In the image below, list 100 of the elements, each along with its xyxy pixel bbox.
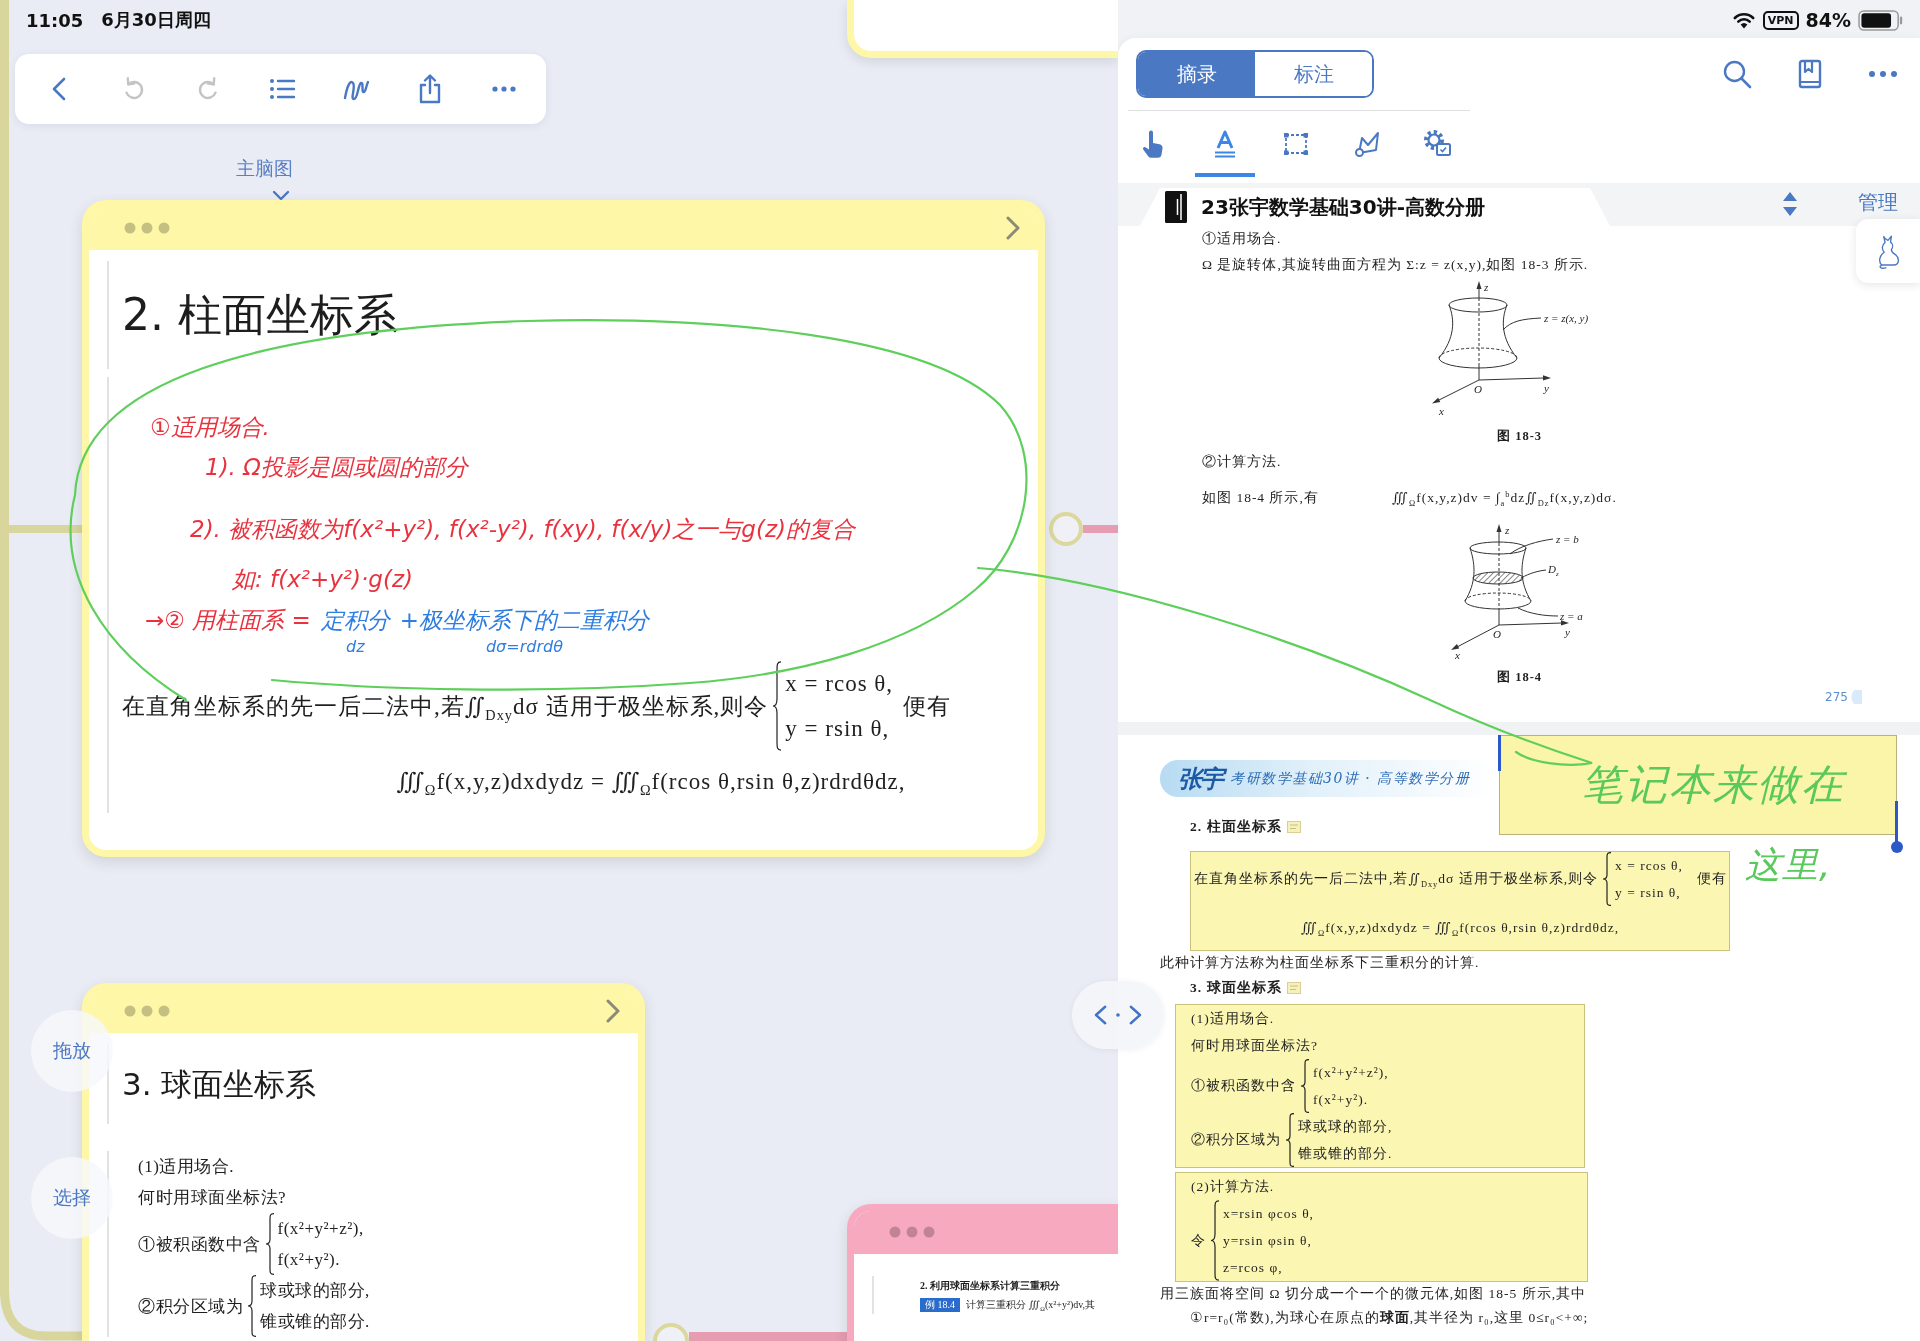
document-tab[interactable]: 23张宇数学基础30讲-高数分册 xyxy=(1140,188,1610,226)
drag-dots-icon[interactable] xyxy=(889,1226,935,1238)
figure-label: z = b xyxy=(1556,533,1579,545)
formula-text: ②积分区域为 xyxy=(138,1295,243,1318)
section-heading: 2. 柱面坐标系 xyxy=(1190,818,1282,836)
formula-line: x=rsin φcos θ, xyxy=(1223,1205,1314,1223)
formula-line: f(x²+y²). xyxy=(1313,1091,1369,1109)
mode-button[interactable]: 选择 xyxy=(31,1157,113,1239)
handwritten-note: dσ=rdrdθ xyxy=(485,637,563,657)
formula-line: f(x²+y²+z²), xyxy=(277,1218,364,1240)
handwritten-note: 这里, xyxy=(1745,843,1832,887)
handwritten-note: +极坐标系下的二重积分 xyxy=(399,606,650,635)
brace-icon xyxy=(1300,1059,1310,1113)
formula-text: ①被积函数中含 xyxy=(138,1233,261,1256)
selection-handle[interactable] xyxy=(1498,735,1501,771)
brace-icon xyxy=(1602,852,1613,906)
paragraph: 何时用球面坐标法? xyxy=(1191,1037,1318,1055)
handwritten-note: 1). Ω投影是圆或圆的部分 xyxy=(205,453,468,482)
paragraph: 如图 18-4 所示,有 xyxy=(1202,489,1319,507)
figure-label: z xyxy=(1505,524,1510,536)
paragraph: 用三族面将空间 Ω 切分成一个一个的微元体,如图 18-5 所示,其中 xyxy=(1160,1285,1587,1303)
handwritten-note: 笔记本来做在 xyxy=(1581,759,1845,811)
figure-caption: 图 18-4 xyxy=(1497,669,1543,686)
mode-button[interactable]: 拖放 xyxy=(31,1010,113,1092)
formula: ∭$_{Ω}$f(x,y,z)dv = ∫$_{a}$$^{b}$dz∬$_{Dz}$f(x,y,z)dσ. xyxy=(1392,488,1617,510)
formula-line: z=rcos φ, xyxy=(1223,1259,1283,1277)
paragraph: (1)适用场合. xyxy=(1191,1010,1275,1028)
brace-icon xyxy=(264,1213,275,1275)
paragraph: (1)适用场合. xyxy=(138,1156,235,1178)
formula-line: x = rcos θ, xyxy=(785,670,894,698)
formula-line: 球或球的部分, xyxy=(260,1280,370,1302)
brace-icon xyxy=(247,1275,257,1337)
series-title: 考研数学基础30讲 · 高等数学分册 xyxy=(1230,769,1471,788)
formula-text: 在直角坐标系的先一后二法中,若∬$_{Dxy}$dσ 适用于极坐标系,则令 xyxy=(1194,870,1599,888)
formula: ∭$_{Ω}$f(x,y,z)dxdydz = ∭$_{Ω}$f(rcos θ,rsin θ,z)rdrdθdz, xyxy=(396,768,906,800)
search-icon[interactable] xyxy=(1721,58,1753,90)
battery-percentage: 84% xyxy=(1805,9,1851,31)
handwritten-note: ①适用场合. xyxy=(150,413,270,442)
section-heading: 2. 利用球面坐标系计算三重积分 xyxy=(920,1279,1060,1293)
formula-text: ②积分区域为 xyxy=(1191,1131,1281,1149)
paragraph: 何时用球面坐标法? xyxy=(138,1187,287,1209)
figure-label: z xyxy=(1484,281,1489,293)
handwritten-note: →② 用柱面系 = xyxy=(145,606,311,635)
chevron-right-icon[interactable] xyxy=(605,999,621,1023)
figure-label: z = a xyxy=(1560,610,1583,622)
brace-icon xyxy=(772,661,783,751)
formula-text: 便有 xyxy=(903,692,952,721)
figure-label: x xyxy=(1455,649,1460,661)
figure-label: x xyxy=(1439,405,1444,417)
figure-label: y xyxy=(1544,382,1549,394)
selection-handle[interactable] xyxy=(1891,801,1903,853)
battery-icon xyxy=(1858,9,1904,31)
example-badge: 例 18.4 xyxy=(920,1297,960,1312)
branch-line xyxy=(1083,525,1118,533)
wifi-icon xyxy=(1731,11,1756,29)
paragraph: ②计算方法. xyxy=(1202,453,1282,471)
formula-text: 便有 xyxy=(1696,870,1727,888)
figure-label: O xyxy=(1474,383,1482,395)
drag-dots-icon[interactable] xyxy=(124,1005,170,1017)
formula-line: 球或球的部分, xyxy=(1298,1118,1393,1136)
formula-line: y = rsin θ, xyxy=(785,715,890,743)
formula-line: y = rsin θ, xyxy=(1615,884,1681,902)
section-heading: 3. 球面坐标系 xyxy=(1190,979,1282,997)
paragraph: (2)计算方法. xyxy=(1191,1178,1275,1196)
page-number: 275 xyxy=(1825,690,1862,704)
handwritten-note: 2). 被积函数为f(x²+y²), f(x²-y²), f(xy), f(x/y)之一与g(z)的复合 xyxy=(190,515,855,544)
status-date: 6月30日周四 xyxy=(101,8,211,32)
formula: ∭$_{Ω}$f(x,y,z)dxdydz = ∭$_{Ω}$f(rcos θ,rsin θ,z)rdrdθdz, xyxy=(1300,919,1620,940)
formula-line: x = rcos θ, xyxy=(1615,857,1683,875)
handwritten-note: 如: f(x²+y²)·g(z) xyxy=(232,565,413,594)
chevron-down-icon[interactable] xyxy=(271,190,291,202)
paragraph: 此种计算方法称为柱面坐标系下三重积分的计算. xyxy=(1160,954,1480,972)
formula-line: f(x²+y²+z²), xyxy=(1313,1064,1389,1082)
paragraph: 计算三重积分 ∭$_{Ω}$(x²+y²)dv,其 xyxy=(966,1298,1096,1314)
figure-label: D$_{z}$ xyxy=(1548,563,1559,575)
connector-node xyxy=(1049,512,1083,546)
card-title: 2. 柱面坐标系 xyxy=(122,288,398,342)
formula-text: 令 xyxy=(1191,1231,1206,1250)
formula-line: f(x²+y²). xyxy=(277,1249,340,1271)
paragraph: ①r=r₀(常数),为球心在原点的球面,其半径为 r₀,这里 0≤r₀<+∞; xyxy=(1190,1309,1589,1327)
figure-label: z = z(x, y) xyxy=(1544,312,1589,324)
paragraph: ①适用场合. xyxy=(1202,230,1282,248)
drag-dots-icon[interactable] xyxy=(124,222,170,234)
formula-text: ①被积函数中含 xyxy=(1191,1077,1296,1095)
chevron-right-icon[interactable] xyxy=(1005,216,1021,240)
handwritten-note: dz xyxy=(346,637,365,657)
sort-icon[interactable] xyxy=(1782,191,1798,217)
segment-tab[interactable]: 摘录 xyxy=(1138,52,1255,96)
paragraph: Ω 是旋转体,其旋转曲面方程为 Σ:z = z(x,y),如图 18-3 所示. xyxy=(1202,256,1589,274)
brace-icon xyxy=(1285,1113,1295,1167)
figure-caption: 图 18-3 xyxy=(1497,428,1543,445)
vpn-indicator: VPN xyxy=(1762,10,1799,30)
assistant-button[interactable] xyxy=(1856,219,1920,283)
figure-label: y xyxy=(1565,626,1570,638)
book-icon xyxy=(1165,191,1187,223)
formula-line: 锥或锥的部分. xyxy=(1298,1145,1393,1163)
manage-button[interactable]: 管理 xyxy=(1858,190,1898,214)
root-topic-label[interactable]: 主脑图 xyxy=(236,155,293,181)
card-title: 3. 球面坐标系 xyxy=(122,1065,317,1104)
figure-label: O xyxy=(1493,628,1501,640)
